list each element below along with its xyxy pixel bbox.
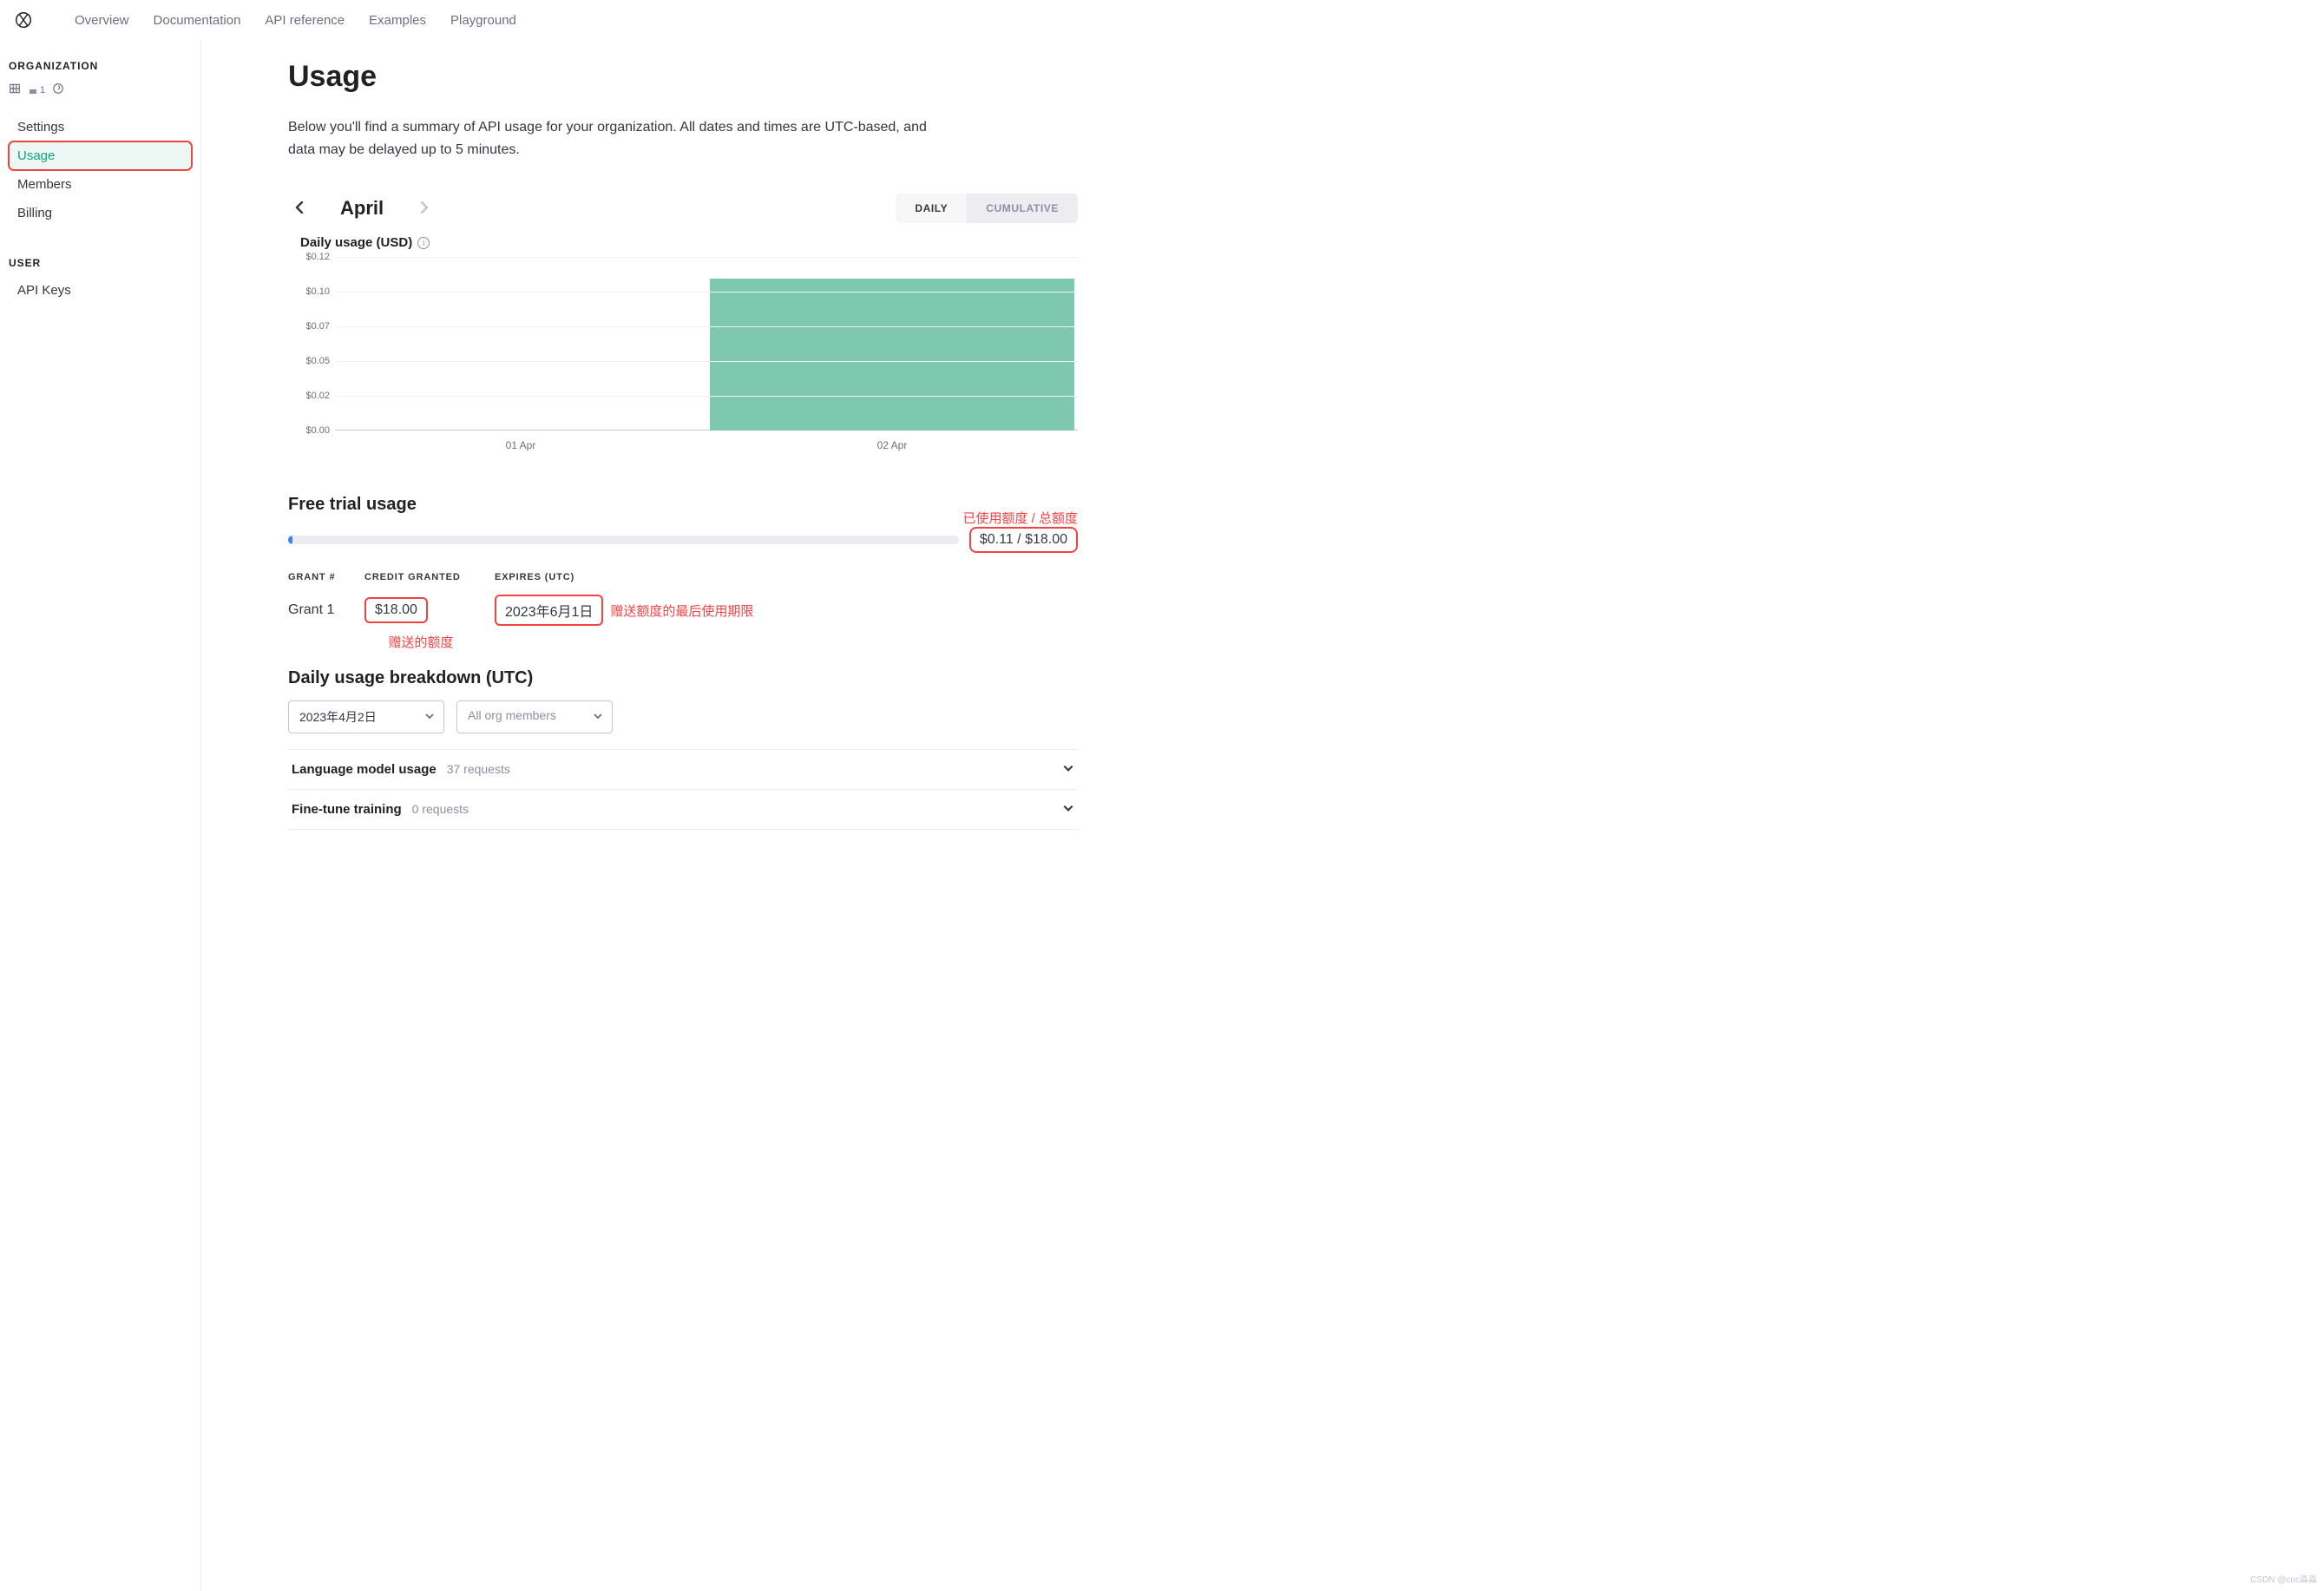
page-title: Usage	[288, 60, 1078, 94]
org-building-icon[interactable]	[9, 82, 21, 97]
accordion-title: Language model usage	[292, 762, 437, 777]
accordion-fine-tune-training[interactable]: Fine-tune training 0 requests	[288, 790, 1078, 830]
grant-expires-value: 2023年6月1日	[495, 595, 603, 626]
chart-info-icon[interactable]: i	[417, 237, 430, 249]
view-toggle[interactable]: DAILY CUMULATIVE	[896, 194, 1078, 223]
openai-logo-icon	[14, 10, 33, 30]
annotation-ratio: 已使用额度 / 总额度	[962, 509, 1078, 527]
chevron-down-icon	[424, 710, 435, 724]
usage-chart: $0.12$0.10$0.07$0.05$0.02$0.00 01 Apr02 …	[299, 257, 1078, 451]
org-personal-icon[interactable]: 1	[28, 85, 45, 95]
annotation-expires: 赠送额度的最后使用期限	[610, 602, 753, 620]
annotation-credit: 赠送的额度	[364, 633, 477, 651]
grants-header-credit: CREDIT GRANTED	[364, 572, 477, 582]
chevron-down-icon	[1062, 802, 1074, 817]
breakdown-date-select[interactable]: 2023年4月2日	[288, 700, 444, 733]
accordion-subtitle: 37 requests	[447, 762, 510, 776]
watermark: CSDN @cuc淼淼	[2250, 1572, 2317, 1585]
toggle-daily[interactable]: DAILY	[896, 194, 967, 223]
sidebar-item-api-keys[interactable]: API Keys	[9, 276, 192, 305]
grants-header-grant: GRANT #	[288, 572, 347, 582]
nav-examples[interactable]: Examples	[369, 13, 426, 28]
chart-y-tick: $0.00	[299, 425, 330, 436]
nav-documentation[interactable]: Documentation	[154, 13, 241, 28]
breakdown-member-select[interactable]: All org members	[456, 700, 613, 733]
nav-api-reference[interactable]: API reference	[265, 13, 345, 28]
next-month-button[interactable]	[413, 196, 436, 221]
prev-month-button[interactable]	[288, 196, 311, 221]
grants-header-expires: EXPIRES (UTC)	[495, 572, 574, 582]
chart-y-tick: $0.07	[299, 321, 330, 332]
chart-title: Daily usage (USD)	[300, 235, 412, 250]
chevron-down-icon	[1062, 762, 1074, 777]
chevron-down-icon	[593, 710, 603, 724]
grant-number: Grant 1	[288, 602, 347, 618]
toggle-cumulative[interactable]: CUMULATIVE	[967, 194, 1078, 223]
accordion-subtitle: 0 requests	[412, 802, 469, 816]
chart-y-tick: $0.02	[299, 391, 330, 401]
sidebar-item-settings[interactable]: Settings	[9, 113, 192, 141]
chart-y-tick: $0.12	[299, 252, 330, 262]
org-help-icon[interactable]	[52, 82, 64, 97]
breakdown-heading: Daily usage breakdown (UTC)	[288, 668, 1078, 688]
nav-overview[interactable]: Overview	[75, 13, 129, 28]
page-subtitle: Below you'll find a summary of API usage…	[288, 116, 948, 161]
chart-bar[interactable]	[710, 279, 1073, 431]
sidebar-item-usage[interactable]: Usage	[9, 141, 192, 170]
free-trial-heading: Free trial usage	[288, 495, 417, 515]
nav-playground[interactable]: Playground	[450, 13, 516, 28]
chart-x-label: 01 Apr	[335, 431, 706, 451]
sidebar-heading-organization: ORGANIZATION	[9, 56, 200, 79]
chart-y-tick: $0.05	[299, 356, 330, 366]
grant-credit-value: $18.00	[364, 597, 428, 623]
chart-x-label: 02 Apr	[706, 431, 1078, 451]
accordion-language-model-usage[interactable]: Language model usage 37 requests	[288, 750, 1078, 790]
sidebar-item-billing[interactable]: Billing	[9, 199, 192, 227]
accordion-title: Fine-tune training	[292, 802, 402, 817]
free-trial-ratio: $0.11 / $18.00	[969, 527, 1078, 553]
current-month-label: April	[340, 197, 384, 220]
free-trial-progress-bar	[288, 536, 959, 544]
sidebar-heading-user: USER	[9, 253, 200, 276]
chart-y-tick: $0.10	[299, 286, 330, 297]
sidebar-item-members[interactable]: Members	[9, 170, 192, 199]
